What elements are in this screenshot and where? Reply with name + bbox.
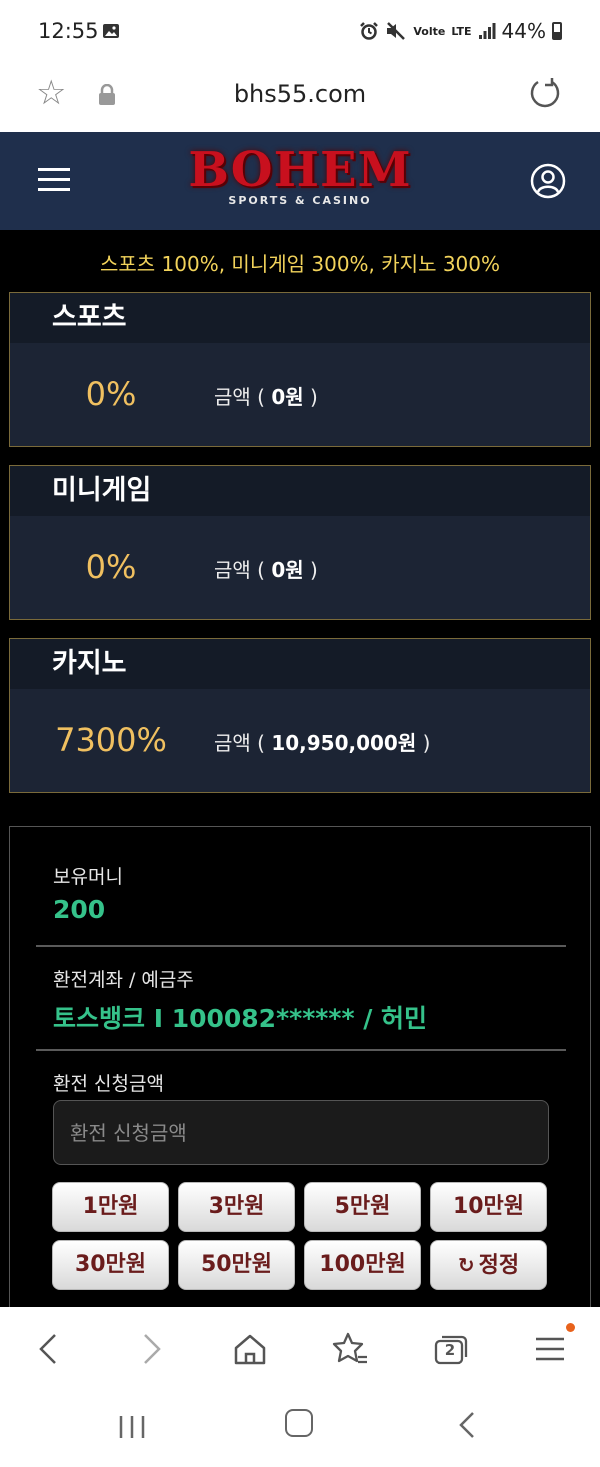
amount-button-300k[interactable]: 30만원	[52, 1240, 169, 1290]
money-label: 보유머니	[53, 866, 123, 888]
tab-count: 2	[444, 1341, 456, 1359]
withdraw-panel: 보유머니 200 환전계좌 / 예금주 토스뱅크 I 100082****** …	[9, 826, 591, 1326]
card-title: 스포츠	[10, 293, 590, 343]
status-indicators: Volte LTE 44%	[359, 19, 562, 43]
card-percent: 7300%	[55, 721, 167, 759]
account-value: 토스뱅크 I 100082****** / 허민	[53, 1004, 428, 1033]
card-amount-value: 0원	[271, 558, 304, 582]
divider	[36, 1049, 566, 1051]
divider	[36, 945, 566, 947]
amount-button-50k[interactable]: 5만원	[304, 1182, 421, 1232]
mute-icon	[387, 22, 406, 40]
promo-banner: 스포츠 100%, 미니게임 300%, 카지노 300%	[99, 252, 501, 276]
amount-button-1m[interactable]: 100만원	[304, 1240, 421, 1290]
card-amount: 금액 ( 0원 )	[214, 558, 318, 582]
card-amount: 금액 ( 0원 )	[214, 385, 318, 409]
bookmarks-icon[interactable]	[330, 1329, 370, 1369]
back-arrow-icon[interactable]	[30, 1329, 70, 1369]
main-content: 스포츠 100%, 미니게임 300%, 카지노 300% 스포츠 0% 금액 …	[0, 230, 600, 1326]
amount-button-10k[interactable]: 1만원	[52, 1182, 169, 1232]
money-value: 200	[53, 895, 106, 924]
amount-button-500k[interactable]: 50만원	[178, 1240, 295, 1290]
card-percent: 0%	[85, 375, 137, 413]
account-label: 환전계좌 / 예금주	[53, 969, 194, 991]
request-amount-label: 환전 신청금액	[53, 1073, 164, 1095]
logo-tagline: SPORTS & CASINO	[228, 194, 372, 207]
menu-icon[interactable]	[530, 1329, 570, 1369]
lte-label: LTE	[451, 24, 472, 38]
browser-toolbar: 2	[0, 1307, 600, 1392]
rolling-card-minigame: 미니게임 0% 금액 ( 0원 )	[9, 465, 591, 620]
user-account-icon[interactable]	[530, 163, 566, 199]
volte-label: Volte	[413, 24, 446, 38]
browser-url-bar: ☆ bhs55.com	[0, 62, 600, 132]
amount-button-100k[interactable]: 10만원	[430, 1182, 547, 1232]
signal-icon	[478, 23, 496, 39]
back-icon[interactable]	[455, 1410, 479, 1440]
card-amount-value: 0원	[271, 385, 304, 409]
amount-button-30k[interactable]: 3만원	[178, 1182, 295, 1232]
rolling-card-sports: 스포츠 0% 금액 ( 0원 )	[9, 292, 591, 447]
card-title: 카지노	[10, 639, 590, 689]
logo-brand: BOHEM	[188, 142, 412, 198]
reset-label: 정정	[478, 1253, 520, 1278]
notification-dot	[566, 1323, 575, 1332]
home-icon[interactable]	[230, 1329, 270, 1369]
card-title: 미니게임	[10, 466, 590, 516]
battery-percent: 44%	[501, 19, 546, 43]
home-button[interactable]	[285, 1409, 313, 1437]
withdraw-amount-input[interactable]	[53, 1100, 549, 1165]
recent-apps-icon[interactable]	[118, 1414, 146, 1440]
rolling-card-casino: 카지노 7300% 금액 ( 10,950,000원 )	[9, 638, 591, 793]
alarm-icon	[360, 22, 379, 40]
battery-icon	[552, 22, 562, 40]
card-amount-value: 10,950,000원	[271, 731, 417, 755]
gallery-icon	[103, 24, 119, 38]
forward-arrow-icon[interactable]	[130, 1329, 170, 1369]
reload-icon[interactable]	[528, 76, 562, 110]
status-bar: 12:55 Volte LTE 44%	[0, 0, 600, 62]
system-nav-bar	[0, 1392, 600, 1467]
status-time: 12:55	[38, 19, 99, 43]
site-header: BOHEM SPORTS & CASINO	[0, 132, 600, 230]
reset-button[interactable]: ↻ 정정	[430, 1240, 547, 1290]
card-amount: 금액 ( 10,950,000원 )	[214, 731, 431, 755]
refresh-icon: ↻	[457, 1253, 475, 1277]
site-logo[interactable]: BOHEM SPORTS & CASINO	[0, 144, 600, 207]
url-text[interactable]: bhs55.com	[0, 80, 600, 108]
card-percent: 0%	[85, 548, 137, 586]
